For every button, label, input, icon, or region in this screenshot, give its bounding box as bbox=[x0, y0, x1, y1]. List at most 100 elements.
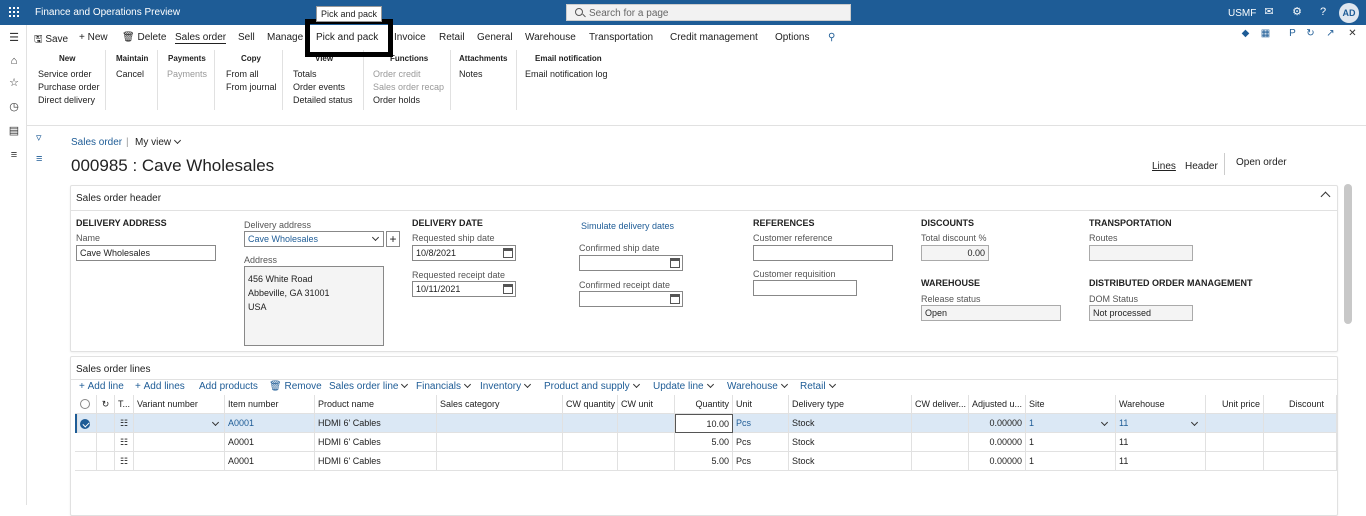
row-select-cell[interactable] bbox=[78, 414, 97, 433]
close-icon[interactable]: ✕ bbox=[1347, 28, 1358, 39]
service-order-button[interactable]: Service order bbox=[38, 69, 92, 79]
col-header-site[interactable]: Site bbox=[1026, 395, 1116, 414]
cw-unit-cell[interactable] bbox=[618, 414, 675, 433]
col-header-item[interactable]: Item number bbox=[225, 395, 315, 414]
cancel-button[interactable]: Cancel bbox=[116, 69, 144, 79]
tab-warehouse[interactable]: Warehouse bbox=[525, 32, 576, 43]
avatar[interactable]: AD bbox=[1339, 3, 1359, 23]
inventory-menu[interactable]: Inventory bbox=[480, 380, 532, 392]
product-and-supply-menu[interactable]: Product and supply bbox=[544, 380, 640, 392]
add-address-button[interactable]: + bbox=[386, 231, 400, 247]
purchase-order-button[interactable]: Purchase order bbox=[38, 82, 100, 92]
customer-reference-field[interactable] bbox=[753, 245, 893, 261]
new-button[interactable]: + New bbox=[79, 32, 108, 43]
remove-button[interactable]: 🗑 Remove bbox=[269, 381, 322, 392]
from-journal-button[interactable]: From journal bbox=[226, 82, 277, 92]
refresh-icon[interactable]: ↻ bbox=[1305, 28, 1316, 39]
col-header-unit[interactable]: Unit bbox=[733, 395, 789, 414]
workspace-icon[interactable]: ▤ bbox=[8, 125, 20, 137]
discount-cell[interactable] bbox=[1264, 414, 1337, 433]
breadcrumb-sales-order[interactable]: Sales order bbox=[71, 137, 122, 148]
cw-unit-cell[interactable] bbox=[618, 452, 675, 471]
sales-order-line-menu[interactable]: Sales order line bbox=[329, 380, 409, 392]
name-field[interactable]: Cave Wholesales bbox=[76, 245, 216, 261]
col-header-adjusted[interactable]: Adjusted u... bbox=[969, 395, 1026, 414]
popout-icon[interactable]: ↗ bbox=[1325, 28, 1336, 39]
tab-sell[interactable]: Sell bbox=[238, 32, 255, 43]
select-all-radio[interactable] bbox=[80, 399, 90, 409]
vertical-scrollbar[interactable] bbox=[1344, 184, 1352, 324]
sales-category-cell[interactable] bbox=[437, 433, 563, 452]
unit-price-cell[interactable] bbox=[1206, 433, 1264, 452]
hamburger-icon[interactable]: ☰ bbox=[8, 32, 20, 44]
item-number-cell[interactable]: A0001 bbox=[225, 414, 315, 433]
warehouse-cell[interactable]: 11 bbox=[1116, 433, 1206, 452]
totals-button[interactable]: Totals bbox=[293, 69, 317, 79]
gear-icon[interactable]: ⚙ bbox=[1290, 5, 1304, 19]
col-header-type[interactable]: T... bbox=[115, 395, 134, 414]
warehouse-cell[interactable]: 11 bbox=[1116, 414, 1206, 433]
unit-cell[interactable]: Pcs bbox=[733, 414, 789, 433]
detailed-status-button[interactable]: Detailed status bbox=[293, 95, 353, 105]
unit-cell[interactable]: Pcs bbox=[733, 433, 789, 452]
col-header-quantity[interactable]: Quantity bbox=[675, 395, 733, 414]
tab-sales-order[interactable]: Sales order bbox=[175, 32, 227, 44]
sales-category-cell[interactable] bbox=[437, 414, 563, 433]
add-lines-button[interactable]: + Add lines bbox=[135, 381, 185, 392]
save-button[interactable]: 🖫 Save bbox=[34, 32, 68, 49]
notes-button[interactable]: Notes bbox=[459, 69, 483, 79]
cw-quantity-cell[interactable] bbox=[563, 414, 618, 433]
site-cell[interactable]: 1 bbox=[1026, 414, 1116, 433]
site-cell[interactable]: 1 bbox=[1026, 452, 1116, 471]
col-header-discount[interactable]: Discount bbox=[1264, 395, 1337, 414]
variant-cell[interactable] bbox=[134, 414, 225, 433]
delivery-type-cell[interactable]: Stock bbox=[789, 452, 912, 471]
app-launcher-icon[interactable] bbox=[9, 7, 19, 17]
select-all-cell[interactable] bbox=[75, 395, 97, 414]
warehouse-menu[interactable]: Warehouse bbox=[727, 380, 788, 392]
customer-requisition-field[interactable] bbox=[753, 280, 857, 296]
retail-menu[interactable]: Retail bbox=[800, 380, 836, 392]
tab-invoice[interactable]: Invoice bbox=[394, 32, 426, 43]
quantity-input[interactable]: 10.00 bbox=[675, 414, 733, 433]
action-search-icon[interactable]: ⚲ bbox=[828, 32, 835, 43]
row-select-cell[interactable] bbox=[75, 452, 97, 471]
help-icon[interactable]: ? bbox=[1316, 5, 1330, 19]
star-icon[interactable]: ☆ bbox=[8, 77, 20, 89]
col-header-cw-deliver[interactable]: CW deliver... bbox=[912, 395, 969, 414]
order-holds-button[interactable]: Order holds bbox=[373, 95, 420, 105]
add-products-button[interactable]: Add products bbox=[199, 381, 258, 392]
row-check-icon[interactable] bbox=[80, 419, 90, 429]
refresh-icon[interactable]: ↻ bbox=[97, 395, 115, 414]
search-input[interactable]: Search for a page bbox=[566, 4, 851, 21]
tab-lines[interactable]: Lines bbox=[1152, 161, 1176, 172]
unit-price-cell[interactable] bbox=[1206, 452, 1264, 471]
tab-options[interactable]: Options bbox=[775, 32, 809, 43]
office-icon[interactable]: ▦ bbox=[1260, 28, 1271, 39]
from-all-button[interactable]: From all bbox=[226, 69, 259, 79]
discount-cell[interactable] bbox=[1264, 452, 1337, 471]
cw-unit-cell[interactable] bbox=[618, 433, 675, 452]
collapse-icon[interactable] bbox=[1320, 191, 1331, 202]
calendar-icon[interactable] bbox=[503, 284, 513, 294]
cw-quantity-cell[interactable] bbox=[563, 452, 618, 471]
order-credit-button[interactable]: Order credit bbox=[373, 69, 421, 79]
sales-category-cell[interactable] bbox=[437, 452, 563, 471]
payments-button[interactable]: Payments bbox=[167, 69, 207, 79]
list-icon[interactable]: ≡ bbox=[8, 149, 20, 161]
col-header-delivery-type[interactable]: Delivery type bbox=[789, 395, 912, 414]
discount-cell[interactable] bbox=[1264, 433, 1337, 452]
delivery-address-select[interactable]: Cave Wholesales bbox=[244, 231, 384, 247]
tab-retail[interactable]: Retail bbox=[439, 32, 465, 43]
col-header-cw-unit[interactable]: CW unit bbox=[618, 395, 675, 414]
tab-general[interactable]: General bbox=[477, 32, 513, 43]
power-apps-icon[interactable]: P bbox=[1287, 28, 1298, 39]
cw-quantity-cell[interactable] bbox=[563, 433, 618, 452]
company-selector[interactable]: USMF bbox=[1228, 8, 1256, 19]
col-header-unit-price[interactable]: Unit price bbox=[1206, 395, 1264, 414]
table-row[interactable]: ☷ A0001 HDMI 6' Cables 10.00 Pcs Stock 0… bbox=[75, 414, 1337, 433]
release-status-field[interactable]: Open bbox=[921, 305, 1061, 321]
unit-cell[interactable]: Pcs bbox=[733, 452, 789, 471]
table-row[interactable]: ☷ A0001 HDMI 6' Cables 5.00 Pcs Stock 0.… bbox=[75, 452, 1337, 471]
confirmed-ship-date-field[interactable] bbox=[579, 255, 683, 271]
